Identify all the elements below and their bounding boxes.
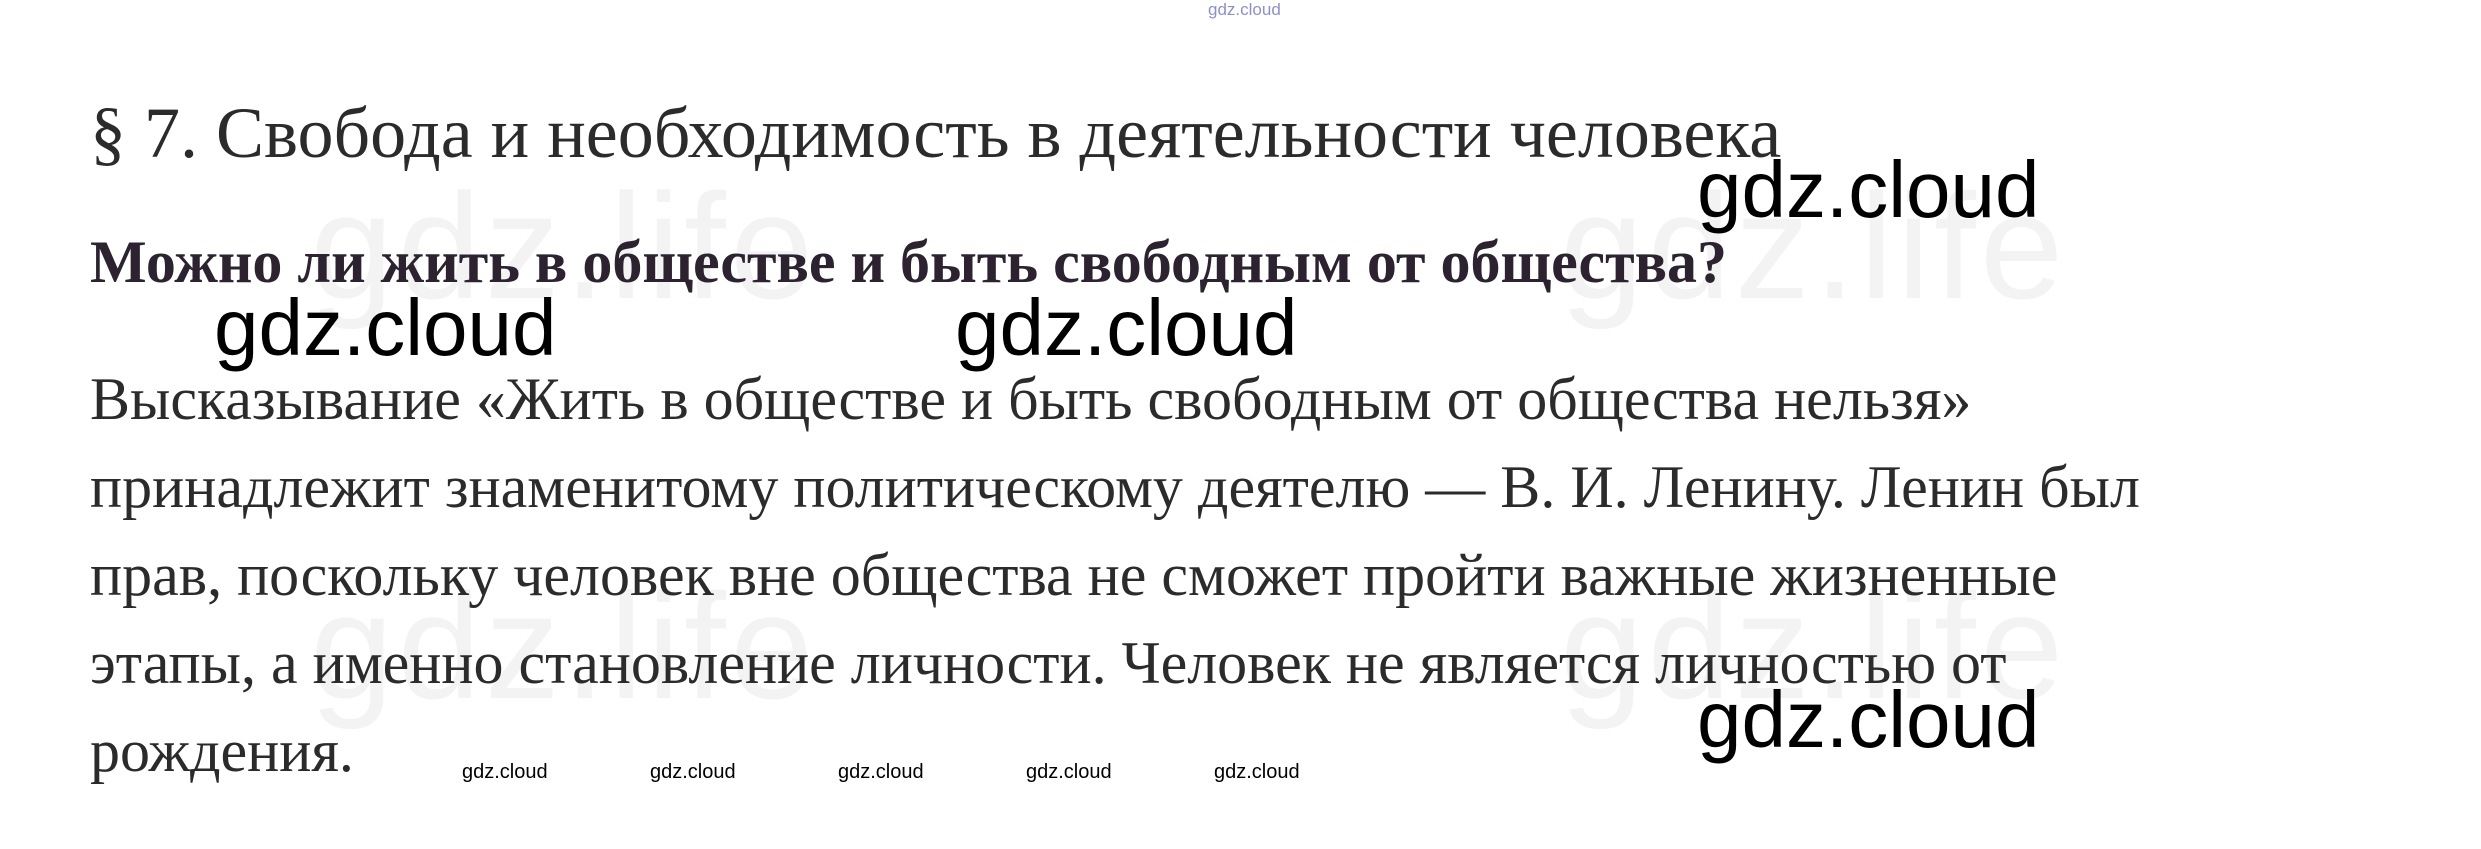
paragraph-line: прав, поскольку человек вне общества не … (90, 542, 2058, 608)
page: gdz.life gdz.life gdz.life gdz.life gdz.… (0, 0, 2481, 849)
watermark-large: gdz.cloud (955, 283, 1298, 372)
section-title: § 7. Свобода и необходимость в деятельно… (90, 93, 1782, 173)
watermark-small: gdz.cloud (650, 761, 736, 783)
watermark-large: gdz.cloud (1697, 675, 2040, 764)
top-watermark: gdz.cloud (1208, 0, 1281, 19)
paragraph-line: принадлежит знаменитому политическому де… (90, 454, 2140, 520)
watermark-small: gdz.cloud (1214, 761, 1300, 783)
watermark-small: gdz.cloud (1026, 761, 1112, 783)
watermark-large: gdz.cloud (214, 283, 557, 372)
watermark-small: gdz.cloud (838, 761, 924, 783)
watermark-large: gdz.cloud (1697, 145, 2040, 234)
watermark-small: gdz.cloud (462, 761, 548, 783)
